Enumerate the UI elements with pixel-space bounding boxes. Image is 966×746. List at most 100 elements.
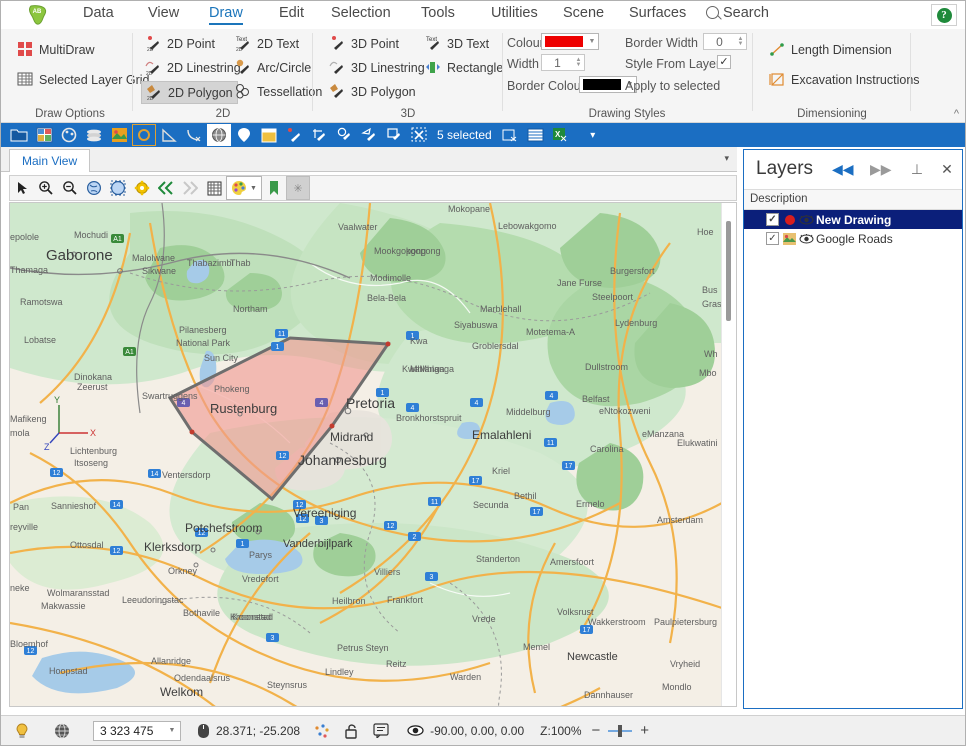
tab-edit[interactable]: Edit: [279, 5, 304, 21]
2d-text-button[interactable]: Text 2D 2D Text: [231, 33, 303, 54]
collapse-ribbon-button[interactable]: ^: [954, 108, 959, 120]
clear-selection-icon[interactable]: [407, 124, 431, 146]
toolbar-overflow-button[interactable]: ▾: [581, 124, 605, 146]
border-width-stepper[interactable]: 0 ▲ ▼: [703, 33, 747, 50]
tab-selection[interactable]: Selection: [331, 5, 391, 21]
select-lasso-icon[interactable]: [332, 124, 356, 146]
zoom-in-button[interactable]: +: [640, 722, 649, 739]
zoom-out-button[interactable]: −: [592, 722, 601, 739]
palette-icon[interactable]: [57, 124, 81, 146]
globe-extent-icon[interactable]: [106, 176, 130, 200]
image-map-icon[interactable]: [107, 124, 131, 146]
measure-angle-icon[interactable]: [132, 124, 156, 146]
3d-polygon-button[interactable]: 3D Polygon: [325, 81, 420, 102]
tab-main-view[interactable]: Main View: [9, 149, 91, 172]
curve-tool-icon[interactable]: [182, 124, 206, 146]
excavation-instructions-button[interactable]: Excavation Instructions: [765, 69, 924, 90]
style-from-layer-checkbox[interactable]: ✓: [717, 55, 731, 69]
help-button[interactable]: ?: [931, 4, 957, 26]
table-view-icon[interactable]: [524, 124, 548, 146]
layer-visibility-checkbox[interactable]: ✓: [766, 232, 779, 245]
collapse-left-icon[interactable]: ◀◀: [832, 161, 854, 179]
grid-icon[interactable]: [202, 176, 226, 200]
rectangle-button[interactable]: Rectangle: [421, 57, 507, 78]
select-crop-icon[interactable]: [307, 124, 331, 146]
tab-view[interactable]: View: [148, 5, 179, 21]
3d-point-button[interactable]: 3D Point: [325, 33, 403, 54]
arc-circle-button[interactable]: Arc/Circle: [231, 57, 315, 78]
palette-dropdown-button[interactable]: ▼: [226, 176, 262, 200]
map-label: Amsterdam: [657, 515, 703, 525]
tab-tools[interactable]: Tools: [421, 5, 455, 21]
chevron-down-icon[interactable]: ▾: [724, 153, 729, 164]
window-icon[interactable]: [257, 124, 281, 146]
open-folder-icon[interactable]: [7, 124, 31, 146]
map-label: Thab: [230, 258, 251, 268]
2d-polygon-button[interactable]: 2D 2D Polygon: [141, 81, 238, 104]
scrollbar-thumb[interactable]: [726, 221, 731, 321]
search-button[interactable]: Search: [706, 5, 769, 21]
group-draw-options: MultiDraw Selected Layer Grid Draw Optio…: [1, 29, 149, 122]
eye-icon[interactable]: [799, 231, 814, 246]
select-rect-icon[interactable]: [382, 124, 406, 146]
select-arrow-icon[interactable]: [357, 124, 381, 146]
note-button[interactable]: [373, 723, 389, 738]
2d-linestring-button[interactable]: 2D 2D Linestring: [141, 57, 245, 78]
triangle-ruler-icon[interactable]: [157, 124, 181, 146]
spreadsheet-icon[interactable]: [32, 124, 56, 146]
3d-linestring-button[interactable]: 3D Linestring: [325, 57, 429, 78]
multidraw-button[interactable]: MultiDraw: [13, 39, 99, 60]
length-dimension-button[interactable]: Length Dimension: [765, 39, 896, 60]
width-stepper[interactable]: 1 ▲ ▼: [541, 54, 585, 71]
zoom-in-icon[interactable]: [34, 176, 58, 200]
2d-point-button[interactable]: 2D 2D Point: [141, 33, 219, 54]
width-label: Width: [507, 57, 539, 71]
close-icon[interactable]: ✕: [937, 161, 957, 179]
layer-visibility-checkbox[interactable]: ✓: [766, 213, 779, 226]
map-canvas[interactable]: A1 A1 4 4 1 1 14 14 12 12 12 12 12 12 12…: [10, 203, 722, 706]
zoom-slider[interactable]: [608, 723, 633, 739]
chevron-down-icon[interactable]: ▼: [164, 727, 180, 734]
layers-stack-icon[interactable]: [82, 124, 106, 146]
map-vertical-scrollbar[interactable]: [721, 203, 736, 706]
layer-row-new-drawing[interactable]: ✓ New Drawing: [744, 210, 962, 229]
africa-logo[interactable]: AB: [25, 4, 51, 26]
svg-text:12: 12: [113, 548, 121, 555]
object-count-combo[interactable]: 3 323 475 ▼: [93, 720, 181, 741]
collapse-right-icon[interactable]: ▶▶: [870, 161, 892, 179]
star-tab-icon[interactable]: ✳: [286, 176, 310, 200]
arrow-select-icon[interactable]: [10, 176, 34, 200]
3d-text-button[interactable]: Text 3D Text: [421, 33, 493, 54]
spinner-arrows-icon[interactable]: ▲ ▼: [735, 36, 746, 47]
lightbulb-button[interactable]: [13, 722, 31, 740]
map-label: Lydenburg: [615, 318, 657, 328]
map-pin-icon[interactable]: [232, 124, 256, 146]
colour-picker[interactable]: ▼: [541, 33, 599, 50]
eye-icon[interactable]: [799, 212, 814, 227]
globe-icon[interactable]: [207, 124, 231, 146]
pin-icon[interactable]: ⊥: [907, 161, 927, 179]
spinner-arrows-icon[interactable]: ▲ ▼: [573, 57, 584, 68]
tab-utilities[interactable]: Utilities: [491, 5, 538, 21]
layer-row-google-roads[interactable]: ✓ Google Roads: [744, 229, 962, 248]
globe-button[interactable]: [53, 722, 71, 740]
tab-draw[interactable]: Draw: [209, 5, 243, 25]
tab-data[interactable]: Data: [83, 5, 114, 21]
map-viewport[interactable]: A1 A1 4 4 1 1 14 14 12 12 12 12 12 12 12…: [9, 202, 737, 707]
globe-zoom-icon[interactable]: [82, 176, 106, 200]
lock-toggle-button[interactable]: [344, 723, 359, 739]
excel-export-icon[interactable]: X: [549, 124, 573, 146]
bookmark-icon[interactable]: [262, 176, 286, 200]
rewind-icon[interactable]: [154, 176, 178, 200]
tab-scene[interactable]: Scene: [563, 5, 604, 21]
select-point-icon[interactable]: [282, 124, 306, 146]
copy-selection-icon[interactable]: [499, 124, 523, 146]
zoom-level-label: Z:100%: [540, 723, 582, 738]
forward-icon[interactable]: [178, 176, 202, 200]
snap-points-button[interactable]: [314, 723, 330, 739]
map-label: Graskc: [702, 299, 722, 309]
zoom-out-icon[interactable]: [58, 176, 82, 200]
apply-to-selected-button[interactable]: Apply to selected: [625, 79, 720, 93]
settings-gear-icon[interactable]: [130, 176, 154, 200]
tab-surfaces[interactable]: Surfaces: [629, 5, 686, 21]
